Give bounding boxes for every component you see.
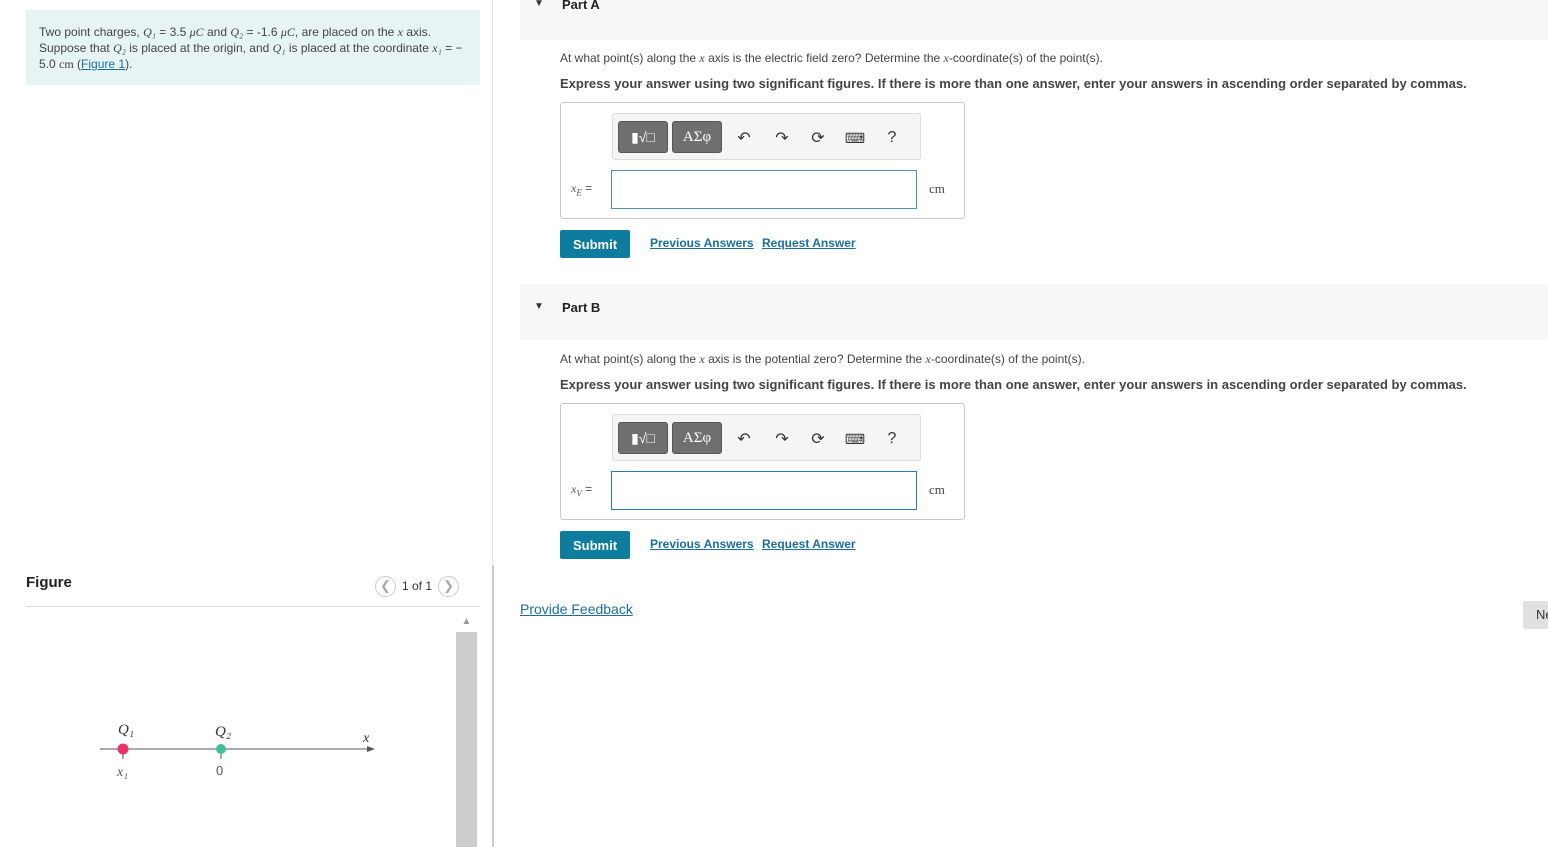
origin-label: 0 — [216, 763, 223, 778]
prev-figure-button[interactable]: ❮ — [375, 575, 396, 597]
q1-label: Q₁ — [118, 722, 134, 738]
part-a-previous-answers-link[interactable]: Previous Answers — [650, 236, 754, 250]
question-text: -coordinate(s) of the point(s). — [930, 352, 1085, 366]
part-b-request-answer-link[interactable]: Request Answer — [762, 537, 856, 551]
part-b-unit: cm — [929, 482, 945, 497]
problem-text: ( — [73, 57, 82, 71]
axis-label: x — [362, 731, 370, 746]
question-text: At what point(s) along the — [560, 51, 700, 65]
q2-label: Q₂ — [215, 724, 231, 740]
q1-charge — [117, 743, 129, 755]
charge-diagram: Q₁ Q₂ x x₁ 0 — [100, 722, 375, 780]
part-b-answer-input[interactable] — [611, 471, 917, 510]
fraction-root-icon: ▮√□ — [631, 128, 655, 145]
part-a-instruction: Express your answer using two significan… — [560, 76, 1467, 91]
unit-microcoulomb: μC — [280, 25, 295, 39]
q1-value: = 3.5 — [155, 25, 190, 39]
problem-text: is placed at the coordinate — [285, 41, 433, 55]
part-b-variable-label: xV = — [571, 482, 593, 499]
part-a-variable-label: xE = — [571, 181, 593, 198]
reset-icon[interactable]: ⟳ — [807, 428, 829, 450]
math-toolbar: ▮√□ ΑΣφ ↶ ↷ ⟳ ⌨ ? — [612, 414, 921, 461]
question-text: -coordinate(s) of the point(s). — [948, 51, 1103, 65]
help-button[interactable]: ? — [881, 127, 903, 149]
part-a-answer-box: ▮√□ ΑΣφ ↶ ↷ ⟳ ⌨ ? xE = cm — [560, 102, 965, 219]
problem-statement: Two point charges, Q₁ = 3.5 μC and Q₂ = … — [26, 10, 480, 85]
question-text: axis is the electric field zero? Determi… — [704, 51, 944, 65]
redo-icon[interactable]: ↷ — [771, 428, 793, 450]
greek-symbols-button[interactable]: ΑΣφ — [672, 121, 722, 153]
part-a-answer-input[interactable] — [611, 170, 917, 209]
q2-symbol: Q₂ — [230, 25, 244, 39]
unit-microcoulomb: μC — [189, 25, 204, 39]
templates-button[interactable]: ▮√□ — [618, 422, 668, 454]
reset-icon[interactable]: ⟳ — [807, 127, 829, 149]
part-a-submit-button[interactable]: Submit — [560, 230, 630, 258]
collapse-triangle-icon[interactable]: ▼ — [534, 301, 544, 312]
column-divider — [492, 0, 493, 565]
part-b-submit-button[interactable]: Submit — [560, 531, 630, 559]
x1-symbol: x₁ — [432, 41, 442, 55]
question-text: axis is the potential zero? Determine th… — [704, 352, 926, 366]
part-b-previous-answers-link[interactable]: Previous Answers — [650, 537, 754, 551]
question-text: At what point(s) along the — [560, 352, 700, 366]
keyboard-icon[interactable]: ⌨ — [844, 428, 866, 450]
part-b-instruction: Express your answer using two significan… — [560, 377, 1467, 392]
q2-value: = -1.6 — [243, 25, 281, 39]
part-a-header[interactable]: ▼ Part A — [520, 0, 1548, 40]
column-divider — [492, 565, 494, 847]
greek-symbols-button[interactable]: ΑΣφ — [672, 422, 722, 454]
help-button[interactable]: ? — [881, 428, 903, 450]
part-a-question: At what point(s) along the x axis is the… — [560, 51, 1103, 66]
problem-text: is placed at the origin, and — [125, 41, 273, 55]
next-button[interactable]: Ne — [1523, 601, 1548, 629]
next-figure-button[interactable]: ❯ — [438, 575, 460, 597]
next-button-label: Ne — [1536, 607, 1548, 622]
variable-subscript: E — [576, 187, 582, 198]
q1-symbol: Q₁ — [272, 41, 286, 55]
variable-subscript: V — [576, 488, 582, 499]
undo-icon[interactable]: ↶ — [733, 428, 755, 450]
pager-count: 1 of 1 — [402, 579, 433, 593]
q1-symbol: Q₁ — [143, 25, 156, 39]
x1-label: x₁ — [116, 765, 128, 780]
q2-charge — [216, 744, 226, 754]
part-a-request-answer-link[interactable]: Request Answer — [762, 236, 856, 250]
scroll-up-icon[interactable]: ▲ — [456, 610, 477, 632]
figure-header: Figure ❮ 1 of 1 ❯ — [26, 572, 480, 607]
chevron-left-icon: ❮ — [380, 578, 391, 593]
chevron-right-icon: ❯ — [443, 578, 454, 593]
templates-button[interactable]: ▮√□ — [618, 121, 668, 153]
q2-symbol: Q₂ — [113, 41, 126, 55]
figure-title: Figure — [26, 574, 72, 591]
collapse-triangle-icon[interactable]: ▼ — [534, 0, 544, 9]
problem-text: ). — [125, 57, 133, 71]
part-b-question: At what point(s) along the x axis is the… — [560, 352, 1085, 367]
part-b-label: Part B — [562, 300, 601, 315]
fraction-root-icon: ▮√□ — [631, 429, 655, 446]
figure-pager: ❮ 1 of 1 ❯ — [375, 575, 460, 597]
problem-text: , are placed on the — [294, 25, 398, 39]
part-a-unit: cm — [929, 181, 945, 196]
part-b-header[interactable]: ▼ Part B — [520, 284, 1548, 340]
problem-text: Two point charges, — [39, 25, 144, 39]
keyboard-icon[interactable]: ⌨ — [844, 127, 866, 149]
problem-text: and — [203, 25, 231, 39]
axis-arrowhead — [367, 746, 375, 752]
figure-link[interactable]: Figure 1 — [81, 57, 125, 71]
redo-icon[interactable]: ↷ — [771, 127, 793, 149]
undo-icon[interactable]: ↶ — [733, 127, 755, 149]
figure-scrollbar[interactable]: ▲ — [456, 610, 477, 847]
part-b-answer-box: ▮√□ ΑΣφ ↶ ↷ ⟳ ⌨ ? xV = cm — [560, 403, 965, 520]
part-a-label: Part A — [562, 0, 600, 12]
math-toolbar: ▮√□ ΑΣφ ↶ ↷ ⟳ ⌨ ? — [612, 113, 921, 160]
unit-cm: cm — [59, 57, 74, 71]
provide-feedback-link[interactable]: Provide Feedback — [520, 601, 633, 617]
